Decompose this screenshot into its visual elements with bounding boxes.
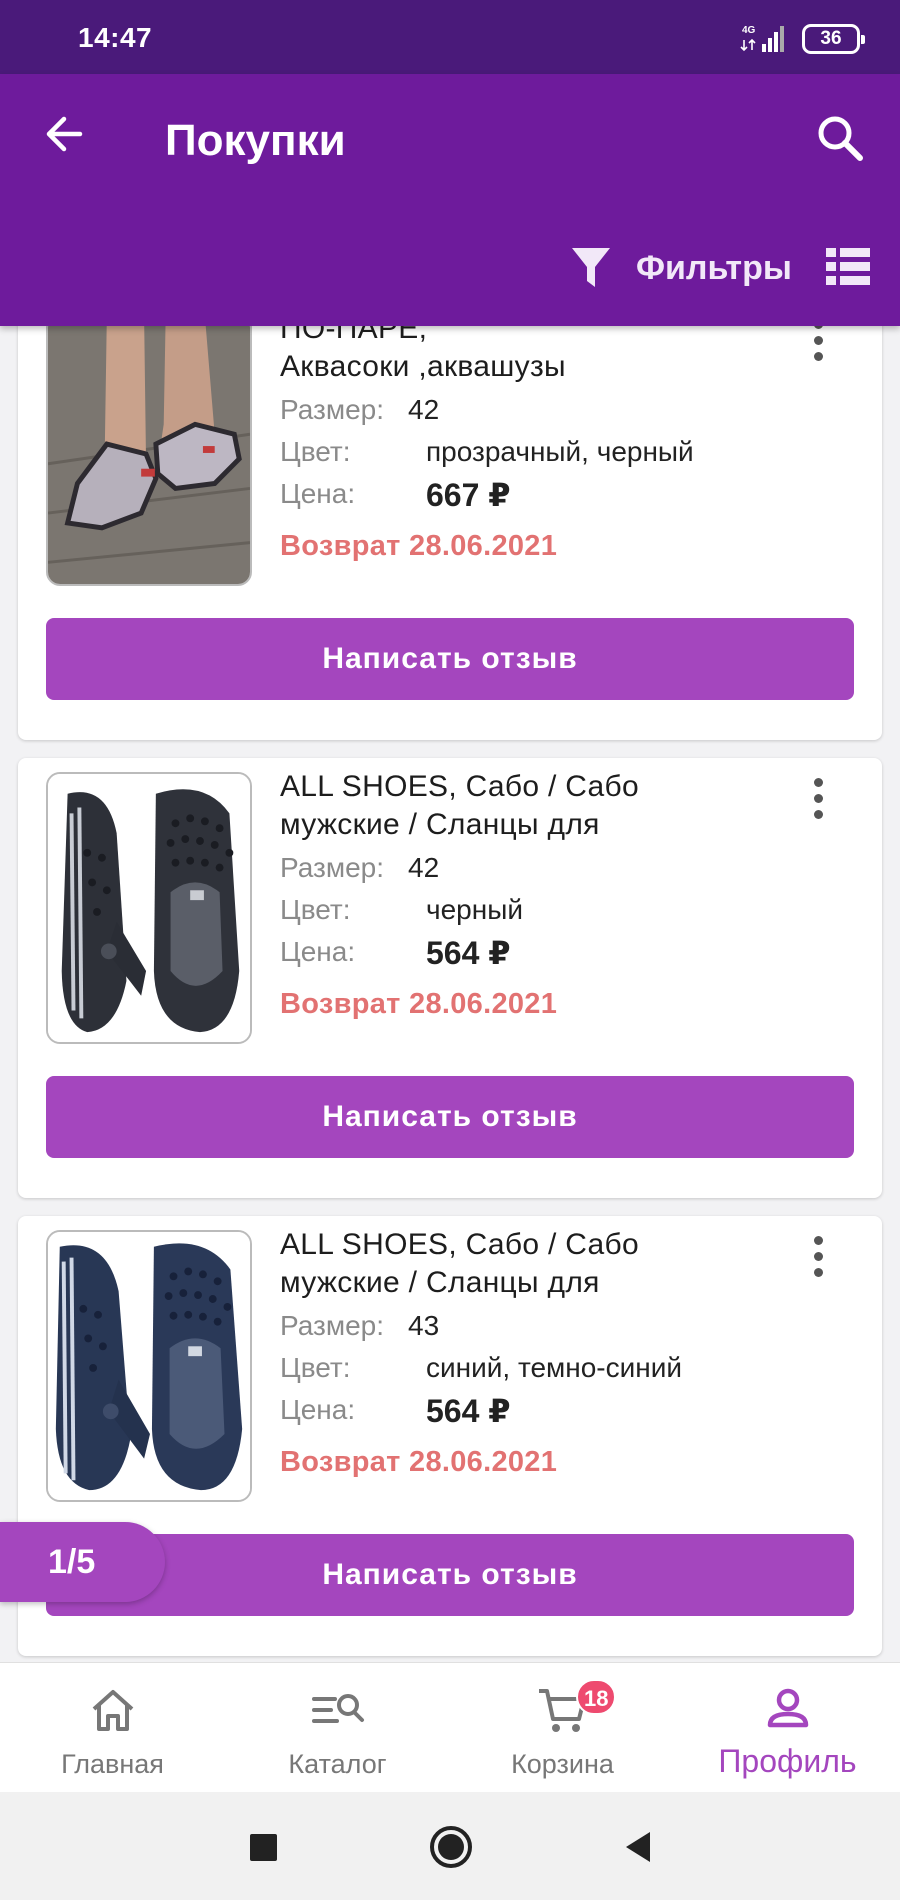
size-value: 43	[408, 1310, 440, 1341]
color-label: Цвет:	[280, 436, 351, 467]
return-date: Возврат 28.06.2021	[280, 1446, 558, 1478]
write-review-button[interactable]: Написать отзыв	[46, 1534, 854, 1616]
size-label: Размер:	[280, 1310, 385, 1341]
profile-icon	[767, 1688, 809, 1728]
page-indicator: 1/5	[0, 1522, 165, 1602]
color-value: черный	[426, 894, 523, 925]
purchases-list[interactable]: ПО-ПАРЕ, Аквасоки ,аквашузы Размер: 42 Ц…	[0, 326, 900, 1662]
purchase-card: ALL SHOES, Сабо / Сабо мужские / Сланцы …	[18, 758, 882, 1198]
app-bar: Покупки Фильтры	[0, 74, 900, 326]
cart-count-badge: 18	[576, 1679, 617, 1715]
more-options-icon[interactable]	[808, 1236, 828, 1282]
product-image[interactable]	[46, 326, 252, 586]
black-clogs-photo-icon	[48, 774, 250, 1042]
product-title-line: ALL SHOES, Сабо / Сабо мужские / Сланцы …	[280, 1228, 640, 1299]
signal-icon: 4G	[740, 25, 784, 52]
size-label: Размер:	[280, 394, 385, 425]
back-arrow-icon[interactable]	[36, 104, 96, 164]
filter-icon	[572, 248, 610, 287]
color-value: прозрачный, черный	[426, 436, 694, 467]
nav-catalog[interactable]: Каталог	[225, 1663, 450, 1793]
write-review-button[interactable]: Написать отзыв	[46, 618, 854, 700]
purchase-card: ПО-ПАРЕ, Аквасоки ,аквашузы Размер: 42 Ц…	[18, 326, 882, 740]
navy-clogs-photo-icon	[48, 1232, 250, 1500]
color-label: Цвет:	[280, 1352, 351, 1383]
system-navigation-bar	[0, 1792, 900, 1900]
price-label: Цена:	[280, 936, 356, 967]
nav-profile[interactable]: Профиль	[675, 1663, 900, 1793]
home-icon	[92, 1690, 134, 1731]
price-label: Цена:	[280, 478, 356, 509]
network-type: 4G	[742, 25, 756, 36]
bottom-navigation: Главная Каталог 18 Корзина Профиль	[0, 1662, 900, 1792]
nav-profile-label: Профиль	[718, 1743, 857, 1779]
price-value: 564 ₽	[426, 1393, 511, 1429]
size-label: Размер:	[280, 852, 385, 883]
price-value: 564 ₽	[426, 935, 511, 971]
size-value: 42	[408, 394, 440, 425]
status-time: 14:47	[78, 22, 153, 53]
return-date: Возврат 28.06.2021	[280, 988, 558, 1020]
price-label: Цена:	[280, 1394, 356, 1425]
battery-icon: 36	[802, 24, 865, 54]
nav-catalog-label: Каталог	[288, 1749, 387, 1779]
color-label: Цвет:	[280, 894, 351, 925]
more-options-icon[interactable]	[808, 778, 828, 824]
nav-home[interactable]: Главная	[0, 1663, 225, 1793]
catalog-search-icon	[312, 1694, 364, 1723]
price-value: 667 ₽	[426, 477, 511, 513]
write-review-button[interactable]: Написать отзыв	[46, 1076, 854, 1158]
aqua-socks-photo-icon	[48, 326, 250, 584]
color-value: синий, темно-синий	[426, 1352, 683, 1383]
product-title[interactable]: ПО-ПАРЕ, Аквасоки ,аквашузы	[280, 326, 800, 386]
product-title-line: ПО-ПАРЕ, Аквасоки ,аквашузы	[280, 326, 566, 383]
product-title[interactable]: ALL SHOES, Сабо / Сабо мужские / Сланцы …	[280, 768, 800, 844]
product-image[interactable]	[46, 1230, 252, 1502]
nav-cart-label: Корзина	[511, 1749, 614, 1779]
search-icon[interactable]	[812, 110, 868, 166]
recent-apps-icon[interactable]	[238, 1822, 288, 1872]
more-options-icon[interactable]	[808, 326, 828, 366]
return-date: Возврат 28.06.2021	[280, 530, 558, 562]
size-value: 42	[408, 852, 440, 883]
status-bar: 14:47 4G 36	[0, 0, 900, 74]
product-title-line: ALL SHOES, Сабо / Сабо мужские / Сланцы …	[280, 770, 640, 841]
product-image[interactable]	[46, 772, 252, 1044]
list-view-icon[interactable]	[826, 246, 870, 288]
filter-button[interactable]: Фильтры	[570, 240, 792, 296]
product-title[interactable]: ALL SHOES, Сабо / Сабо мужские / Сланцы …	[280, 1226, 800, 1302]
page-title: Покупки	[165, 116, 346, 165]
nav-cart[interactable]: 18 Корзина	[450, 1663, 675, 1793]
home-circle-icon[interactable]	[426, 1822, 476, 1872]
filter-label: Фильтры	[636, 248, 792, 287]
back-triangle-icon[interactable]	[614, 1822, 664, 1872]
nav-home-label: Главная	[61, 1749, 164, 1779]
